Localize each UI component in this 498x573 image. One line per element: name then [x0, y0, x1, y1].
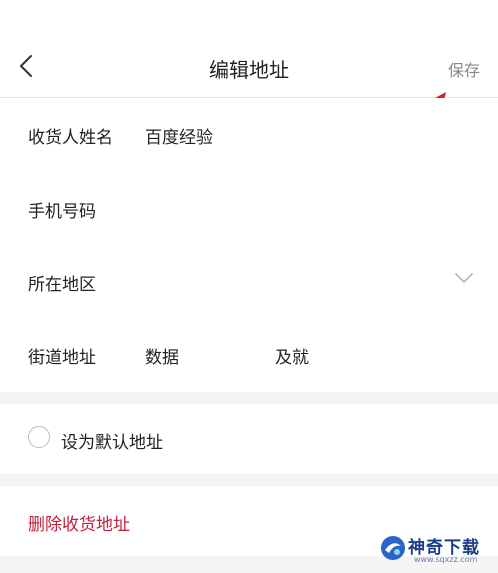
page-title: 编辑地址	[209, 58, 289, 82]
default-address-radio[interactable]	[28, 426, 50, 448]
recipient-name-value: 百度经验	[145, 128, 213, 148]
phone-label: 手机号码	[28, 202, 96, 222]
recipient-name-label: 收货人姓名	[28, 128, 113, 148]
watermark-url: www.sqxzz.com	[414, 555, 478, 564]
default-address-label[interactable]: 设为默认地址	[61, 428, 163, 453]
watermark: 神奇下载 www.sqxzz.com	[380, 531, 490, 569]
region-label: 所在地区	[28, 275, 96, 295]
phone-input[interactable]	[140, 184, 470, 234]
chevron-down-icon[interactable]	[454, 271, 474, 285]
street-label: 街道地址	[28, 348, 96, 368]
save-button[interactable]: 保存	[448, 57, 480, 81]
form-row-region[interactable]: 所在地区	[0, 245, 498, 319]
delete-address-button[interactable]: 删除收货地址	[28, 510, 130, 535]
chevron-left-icon	[20, 55, 32, 77]
default-address-section: 设为默认地址	[0, 404, 498, 474]
address-form: 收货人姓名 百度经验 手机号码 所在地区 街道地址 数据 及就	[0, 98, 498, 392]
watermark-logo-icon	[381, 536, 405, 560]
street-value: 数据	[145, 348, 179, 368]
form-row-phone: 手机号码	[0, 172, 498, 246]
back-button[interactable]	[10, 48, 42, 84]
top-bar: 编辑地址 保存	[0, 0, 498, 98]
street-value-extra: 及就	[275, 348, 309, 368]
form-row-recipient-name: 收货人姓名 百度经验	[0, 98, 498, 172]
edit-address-page: 编辑地址 保存 收货人姓名 百度经验 手机号码 所在地区 街道地址 数据 及就 …	[0, 0, 498, 573]
form-row-street: 街道地址 数据 及就	[0, 318, 498, 392]
